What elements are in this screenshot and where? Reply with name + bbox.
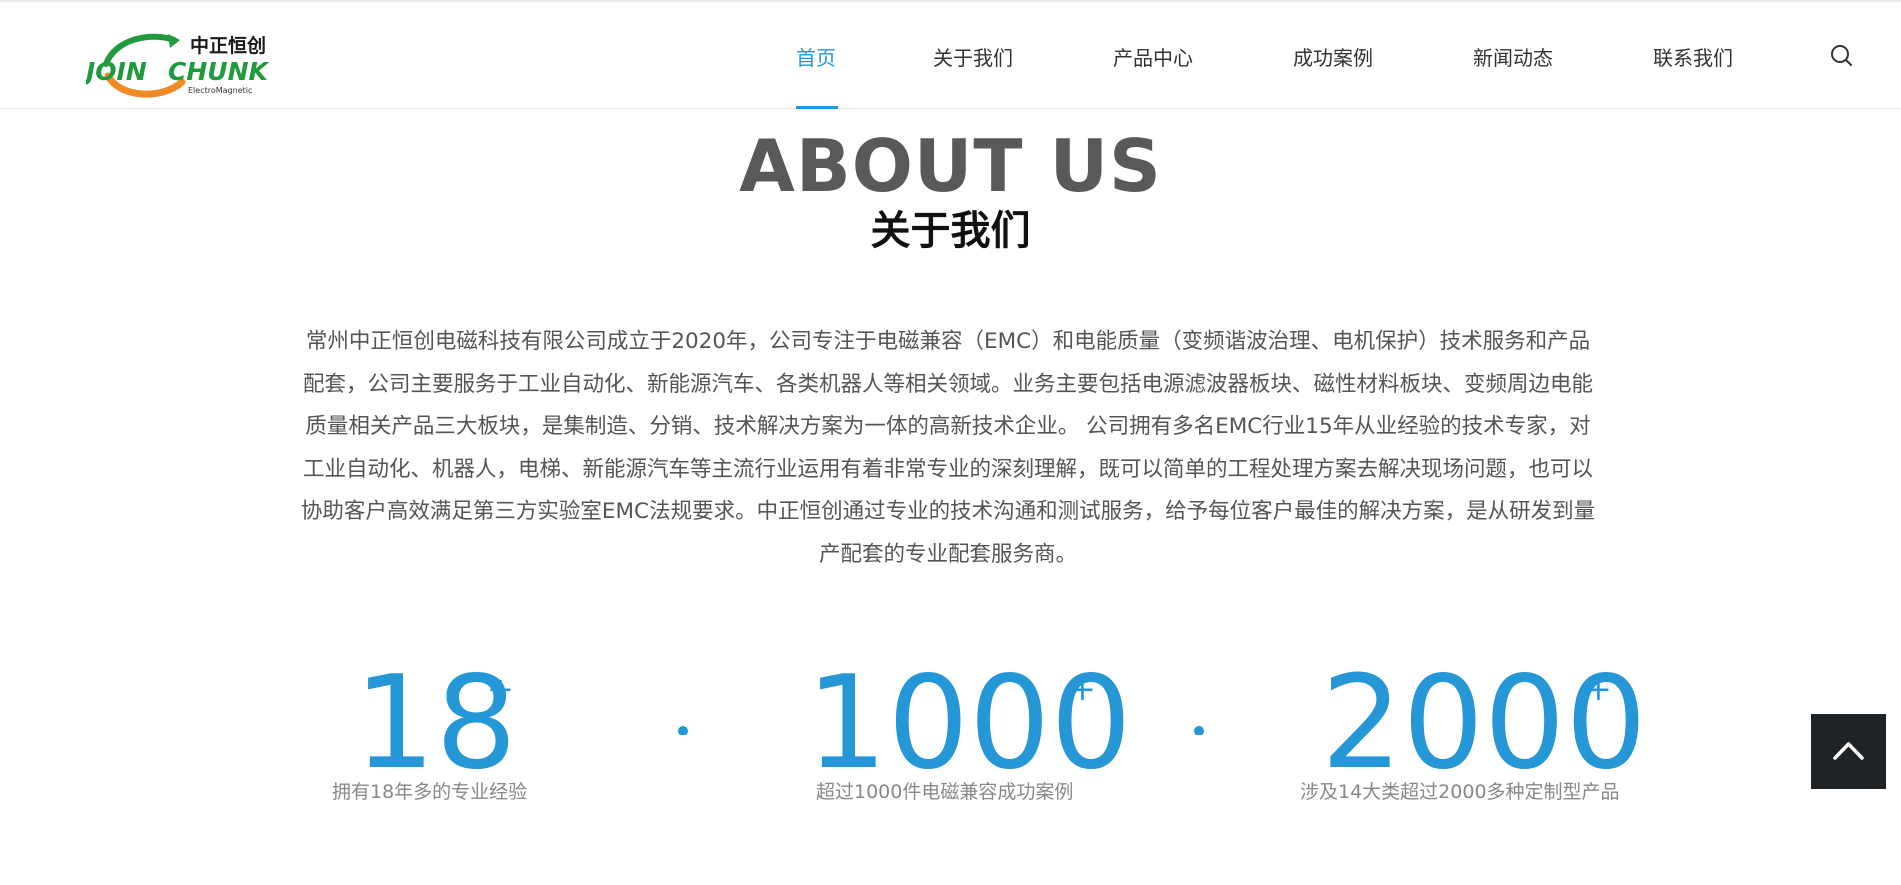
about-description: 常州中正恒创电磁科技有限公司成立于2020年，公司专注于电磁兼容（EMC）和电能… [300, 329, 1596, 567]
svg-text:JOIN: JOIN [86, 57, 147, 86]
back-to-top-button[interactable] [1811, 714, 1886, 789]
nav-home[interactable]: 首页 [796, 42, 836, 71]
nav-about[interactable]: 关于我们 [933, 42, 1013, 71]
section-title-cn: 关于我们 [870, 208, 1031, 254]
nav-news[interactable]: 新闻动态 [1473, 42, 1553, 71]
stat-label: 涉及14大类超过2000多种定制型产品 [1300, 781, 1620, 803]
section-title-en: ABOUT US [739, 124, 1162, 208]
stat-label: 超过1000件电磁兼容成功案例 [816, 781, 1074, 803]
brand-logo[interactable]: 中正恒创 JOIN CHUNK ElectroMagnetic [81, 30, 276, 100]
svg-text:中正恒创: 中正恒创 [190, 34, 266, 57]
search-icon[interactable] [1829, 43, 1855, 69]
svg-text:CHUNK: CHUNK [168, 57, 269, 86]
stat-suffix: + [487, 670, 514, 708]
connector-line [1136, 726, 1204, 735]
stat-suffix: + [1585, 670, 1612, 708]
nav-active-indicator [796, 106, 838, 109]
logo-icon: 中正恒创 JOIN CHUNK ElectroMagnetic [81, 33, 269, 98]
nav-cases[interactable]: 成功案例 [1293, 42, 1373, 71]
chevron-up-icon [1833, 742, 1864, 760]
nav-products[interactable]: 产品中心 [1113, 42, 1193, 71]
site-header: 中正恒创 JOIN CHUNK ElectroMagnetic 首页 关于我们 … [0, 2, 1901, 109]
nav-contact[interactable]: 联系我们 [1653, 42, 1733, 71]
stat-suffix: + [1069, 670, 1096, 708]
stat-label: 拥有18年多的专业经验 [332, 781, 528, 803]
connector-line [620, 726, 688, 735]
svg-text:ElectroMagnetic: ElectroMagnetic [188, 86, 252, 95]
